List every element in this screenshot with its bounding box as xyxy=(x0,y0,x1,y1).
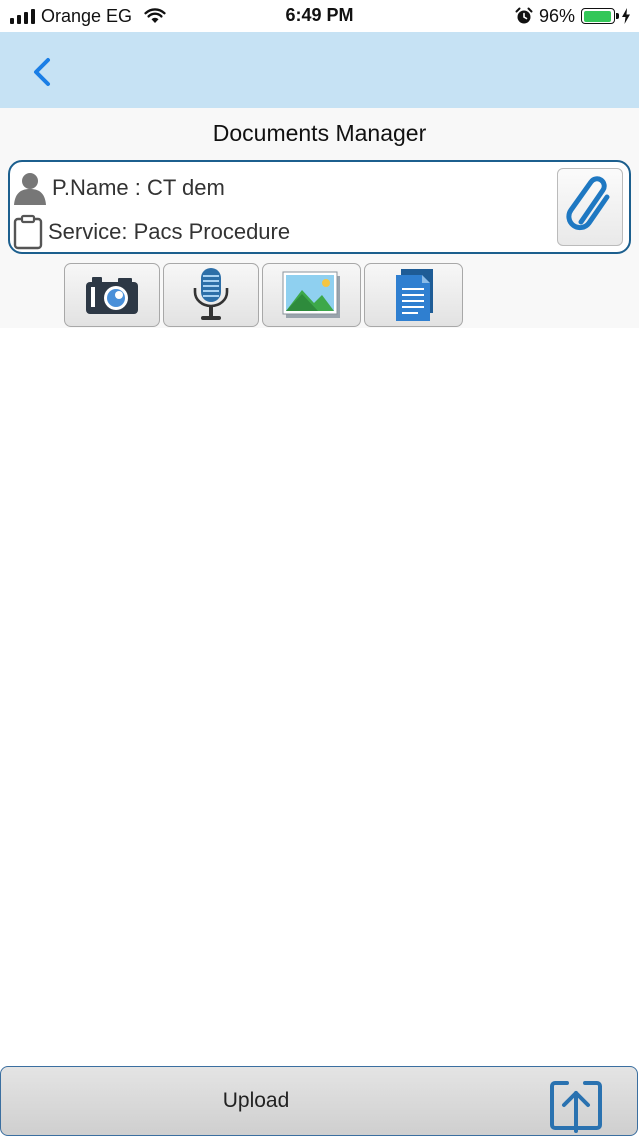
battery-level xyxy=(583,10,612,22)
service-row: Service: Pacs Procedure xyxy=(12,214,290,250)
paperclip-icon xyxy=(566,176,610,231)
clipboard-icon xyxy=(13,214,43,250)
capture-toolbar xyxy=(64,263,463,327)
attach-button[interactable] xyxy=(557,168,623,246)
upload-button[interactable]: Upload xyxy=(0,1066,638,1136)
patient-info-card: P.Name : CT dem Service: Pacs Procedure xyxy=(8,160,631,254)
page-title: Documents Manager xyxy=(212,120,427,146)
document-button[interactable] xyxy=(364,263,463,327)
camera-icon xyxy=(86,277,138,314)
service-label: Service: Pacs Procedure xyxy=(48,219,291,244)
camera-button[interactable] xyxy=(64,263,160,327)
microphone-icon xyxy=(193,268,229,320)
upload-label: Upload xyxy=(222,1089,290,1112)
image-gallery-icon xyxy=(282,271,340,318)
upload-arrow-icon xyxy=(550,1081,602,1133)
document-icon xyxy=(395,269,433,321)
microphone-button[interactable] xyxy=(163,263,259,327)
patient-name-row: P.Name : CT dem xyxy=(12,170,225,206)
person-icon xyxy=(14,173,46,205)
battery-icon xyxy=(581,8,619,24)
alarm-clock-icon xyxy=(515,7,533,24)
battery-percent: 96% xyxy=(538,5,575,26)
gallery-button[interactable] xyxy=(262,263,361,327)
status-right: 96% xyxy=(515,4,631,28)
back-button[interactable] xyxy=(22,52,62,92)
navigation-bar xyxy=(0,32,639,108)
patient-name-label: P.Name : CT dem xyxy=(52,175,225,200)
status-bar: Orange EG 6:49 PM 96% xyxy=(0,0,639,32)
charging-bolt-icon xyxy=(622,8,630,24)
chevron-left-icon xyxy=(34,58,50,86)
